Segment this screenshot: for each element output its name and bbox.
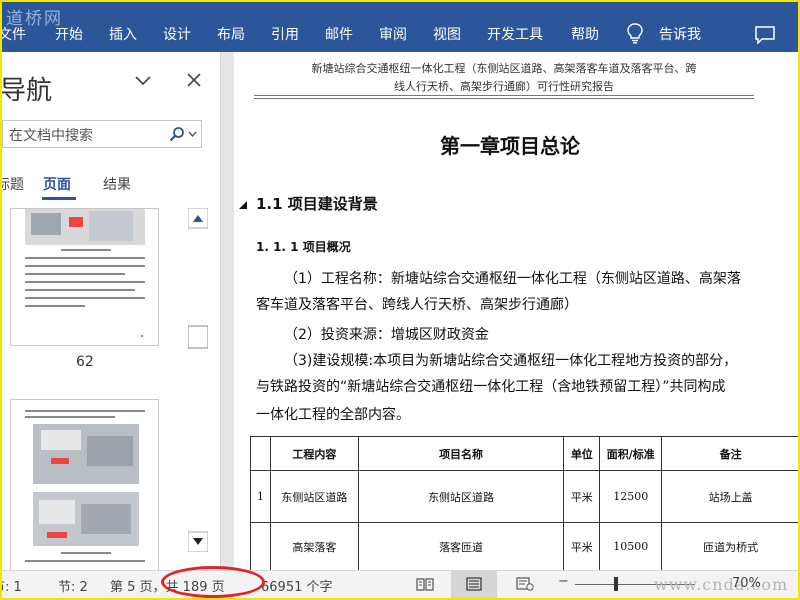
table-cell: 1: [250, 470, 271, 523]
section-heading: 1.1 项目建设背景: [256, 195, 378, 213]
collapse-triangle-icon[interactable]: [238, 200, 248, 210]
table-cell: 高架落客: [269, 522, 359, 570]
table-cell: [250, 522, 271, 570]
body-paragraph-line: （2）投资来源：增城区财政资金: [284, 327, 489, 343]
document-area[interactable]: 新塘站综合交通枢纽一体化工程（东侧站区道路、高架落客车道及落客平台、跨 线人行天…: [222, 52, 798, 570]
body-paragraph-line: （3)建设规模:本项目为新塘站综合交通枢纽一体化工程地方投资的部分，: [284, 353, 738, 369]
print-layout-icon[interactable]: [465, 577, 483, 591]
tab-design[interactable]: 设计: [163, 24, 191, 44]
annotation-circle: [161, 566, 265, 598]
page-thumbnail-image: [25, 209, 145, 337]
lightbulb-icon[interactable]: [626, 22, 644, 44]
table-cell: 10500: [599, 522, 663, 570]
chapter-title: 第一章项目总论: [440, 134, 580, 158]
tab-mailings[interactable]: 邮件: [325, 24, 353, 44]
body-paragraph-line: （1）工程名称：新塘站综合交通枢纽一体化工程（东侧站区道路、高架落: [284, 271, 741, 287]
table-row: 高架落客 落客匝道 平米 10500 匝道为桥式: [250, 522, 798, 570]
tab-layout[interactable]: 布局: [217, 24, 245, 44]
document-page[interactable]: 新塘站综合交通枢纽一体化工程（东侧站区道路、高架落客车道及落客平台、跨 线人行天…: [234, 52, 798, 570]
tab-developer[interactable]: 开发工具: [487, 24, 543, 44]
page-thumbnail-image: [25, 410, 145, 562]
page-header-line: 线人行天桥、高架步行通廊）可行性研究报告: [394, 80, 614, 93]
table-header-row: 工程内容 项目名称 单位 面积/标准 备注: [250, 436, 798, 471]
nav-tab-active-indicator: [42, 197, 76, 200]
tab-help[interactable]: 帮助: [571, 24, 599, 44]
table-header-cell: 项目名称: [357, 436, 565, 471]
search-icon[interactable]: [169, 126, 185, 142]
search-dropdown-icon[interactable]: [188, 131, 197, 137]
body-paragraph-line: 客车道及落客平台、跨线人行天桥、高架步行通廊）: [256, 297, 578, 313]
page-header-line: 新塘站综合交通枢纽一体化工程（东侧站区道路、高架落客车道及落客平台、跨: [311, 62, 697, 75]
table-cell: 东侧站区道路: [269, 470, 359, 523]
comment-icon[interactable]: [754, 25, 776, 45]
chevron-down-icon[interactable]: [134, 74, 152, 88]
nav-search-input[interactable]: 在文档中搜索: [2, 120, 202, 148]
nav-scrollbar[interactable]: [188, 208, 208, 552]
header-rule: [254, 98, 754, 99]
status-section-2[interactable]: 节: 2: [58, 576, 88, 595]
status-section[interactable]: 节: 1: [2, 576, 22, 595]
subsection-heading: 1. 1. 1 项目概况: [256, 240, 351, 254]
table-cell: 站场上盖: [661, 470, 798, 523]
table-cell: 落客匝道: [357, 522, 565, 570]
thumbnail-page-number: 62: [76, 354, 94, 370]
body-paragraph-line: 与铁路投资的“新塘站综合交通枢纽一体化工程（含地铁预留工程）”共同构成: [256, 379, 726, 395]
body-paragraph-line: 一体化工程的全部内容。: [256, 407, 410, 423]
table-header-cell: 面积/标准: [599, 436, 663, 471]
table-row: 1 东侧站区道路 东侧站区道路 平米 12500 站场上盖: [250, 470, 798, 523]
ribbon-tab-bar: 道桥网 文件 开始 插入 设计 布局 引用 邮件 审阅 视图 开发工具 帮助 告…: [2, 2, 798, 52]
table-cell: 平米: [563, 522, 601, 570]
status-watermark: www.cnda.com: [654, 575, 789, 594]
table-header-cell: 单位: [563, 436, 601, 471]
tab-references[interactable]: 引用: [271, 24, 299, 44]
nav-tab-headings[interactable]: 标题: [2, 174, 24, 194]
read-mode-icon[interactable]: [416, 577, 434, 591]
tab-view[interactable]: 视图: [433, 24, 461, 44]
header-rule: [254, 95, 754, 96]
tell-me-search[interactable]: 告诉我: [659, 24, 701, 44]
status-bar: 节: 1 节: 2 第 5 页，共 189 页 66951 个字 − www.c…: [2, 570, 798, 598]
tab-file[interactable]: 文件: [2, 24, 26, 44]
zoom-out-icon[interactable]: −: [558, 574, 569, 589]
tab-review[interactable]: 审阅: [379, 24, 407, 44]
navigation-pane: 导航 在文档中搜索 标题 页面 结果 62: [2, 52, 221, 571]
table-cell: 匝道为桥式: [661, 522, 798, 570]
tab-insert[interactable]: 插入: [109, 24, 137, 44]
zoom-slider-handle[interactable]: [614, 577, 618, 591]
nav-search-placeholder: 在文档中搜索: [9, 128, 93, 144]
project-table: 工程内容 项目名称 单位 面积/标准 备注 1 东侧站区道路 东侧站区道路 平米…: [250, 436, 798, 570]
close-icon[interactable]: [186, 72, 202, 88]
nav-tab-pages[interactable]: 页面: [43, 174, 71, 194]
table-cell: 12500: [599, 470, 663, 523]
web-layout-icon[interactable]: [516, 577, 534, 591]
table-header-cell: 备注: [661, 436, 798, 471]
table-cell: 平米: [563, 470, 601, 523]
word-window: 道桥网 文件 开始 插入 设计 布局 引用 邮件 审阅 视图 开发工具 帮助 告…: [2, 2, 798, 598]
nav-tab-results[interactable]: 结果: [103, 174, 131, 194]
page-thumbnail[interactable]: [10, 399, 159, 571]
tab-home[interactable]: 开始: [55, 24, 83, 44]
status-word-count[interactable]: 66951 个字: [261, 576, 333, 595]
table-header-cell: [250, 436, 271, 471]
zoom-level[interactable]: 70%: [732, 576, 761, 591]
page-thumbnail[interactable]: [10, 208, 159, 346]
nav-pane-title: 导航: [2, 76, 53, 106]
table-cell: 东侧站区道路: [357, 470, 565, 523]
table-header-cell: 工程内容: [269, 436, 359, 471]
